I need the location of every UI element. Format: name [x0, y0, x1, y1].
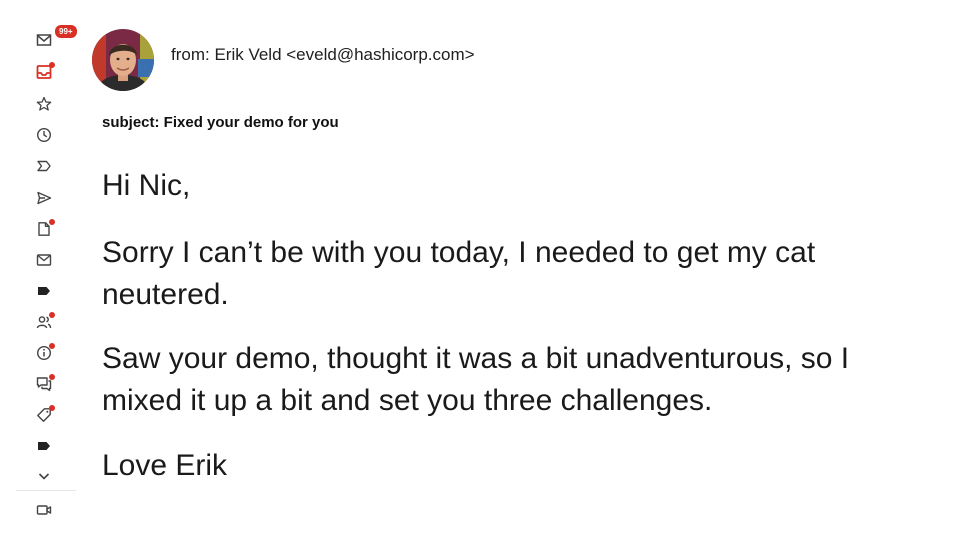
email-signoff: Love Erik	[102, 449, 228, 482]
info-icon[interactable]	[32, 341, 56, 365]
people-icon[interactable]	[32, 310, 56, 334]
left-navigation-rail: 99+	[16, 0, 78, 540]
rail-divider	[16, 490, 76, 491]
email-subject: subject: Fixed your demo for you	[102, 114, 339, 131]
label-icon[interactable]	[32, 279, 56, 303]
notification-dot	[49, 312, 55, 318]
forum-icon[interactable]	[32, 372, 56, 396]
notification-dot	[49, 219, 55, 225]
tag-icon[interactable]	[32, 403, 56, 427]
envelope-icon[interactable]	[32, 248, 56, 272]
video-icon[interactable]	[32, 498, 56, 522]
email-paragraph: Saw your demo, thought it was a bit unad…	[102, 342, 850, 417]
inbox-icon[interactable]	[32, 60, 56, 84]
email-greeting: Hi Nic,	[102, 169, 191, 202]
chevron-down-icon[interactable]	[32, 464, 56, 488]
notification-dot	[49, 343, 55, 349]
notification-dot	[49, 62, 55, 68]
send-icon[interactable]	[32, 186, 56, 210]
label-icon[interactable]	[32, 434, 56, 458]
star-icon[interactable]	[32, 92, 56, 116]
email-paragraph: Sorry I can’t be with you today, I neede…	[102, 236, 816, 311]
sender-avatar	[92, 29, 154, 91]
notification-dot	[49, 405, 55, 411]
mail-icon[interactable]	[32, 28, 56, 52]
email-from: from: Erik Veld <eveld@hashicorp.com>	[171, 45, 475, 64]
important-icon[interactable]	[32, 154, 56, 178]
draft-icon[interactable]	[32, 217, 56, 241]
clock-icon[interactable]	[32, 123, 56, 147]
unread-count-badge: 99+	[54, 24, 78, 39]
notification-dot	[49, 374, 55, 380]
